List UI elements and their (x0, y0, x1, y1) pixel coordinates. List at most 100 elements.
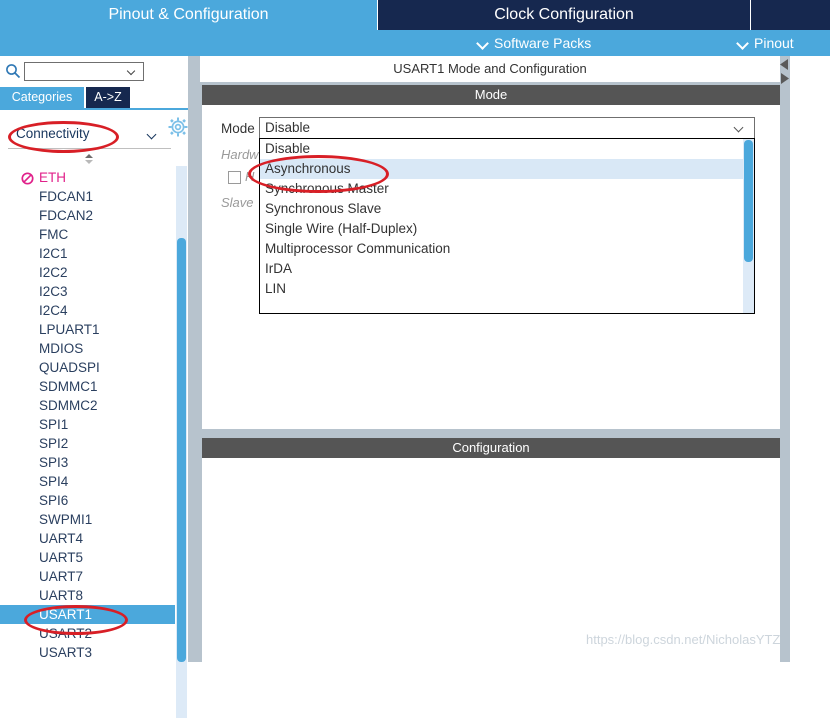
sidebar-group-connectivity[interactable]: Connectivity (0, 124, 175, 148)
list-item-label: FDCAN2 (39, 208, 94, 223)
dropdown-option-label: Disable (265, 141, 311, 156)
list-item[interactable]: I2C4 (0, 301, 175, 320)
list-item-label: UART5 (39, 550, 84, 565)
configuration-section-header-label: Configuration (452, 440, 530, 455)
collapse-right-icon[interactable] (779, 72, 790, 85)
tab-a-to-z-label: A->Z (94, 90, 122, 104)
search-icon[interactable] (5, 63, 21, 79)
menu-pinout[interactable]: Pinout (738, 30, 794, 56)
list-item[interactable]: USART2 (0, 624, 175, 643)
chevron-down-icon[interactable] (735, 124, 746, 135)
list-item-label: USART1 (39, 607, 93, 622)
list-item[interactable]: SPI4 (0, 472, 175, 491)
list-item[interactable]: SDMMC1 (0, 377, 175, 396)
tab-categories[interactable]: Categories (0, 87, 84, 108)
list-item-label: LPUART1 (39, 322, 100, 337)
tab-pinout-configuration[interactable]: Pinout & Configuration (0, 0, 377, 30)
list-item-label: SPI6 (39, 493, 69, 508)
mode-select[interactable]: Disable (259, 117, 755, 139)
list-item[interactable]: SPI1 (0, 415, 175, 434)
list-item-label: SPI1 (39, 417, 69, 432)
list-item[interactable]: SPI3 (0, 453, 175, 472)
mode-field-label: Mode (221, 121, 255, 136)
tabs-underline (0, 108, 196, 110)
list-item[interactable]: I2C3 (0, 282, 175, 301)
dropdown-option-label: Single Wire (Half-Duplex) (265, 221, 418, 236)
sort-updown-icon[interactable] (82, 152, 96, 166)
list-item[interactable]: FDCAN1 (0, 187, 175, 206)
list-item-label: SDMMC1 (39, 379, 98, 394)
tab-clock-configuration[interactable]: Clock Configuration (377, 0, 750, 30)
tab-categories-label: Categories (11, 90, 73, 104)
sidebar-scrollbar-thumb[interactable] (177, 238, 186, 662)
list-item[interactable]: ETH (0, 168, 175, 187)
dropdown-option[interactable]: Multiprocessor Communication (260, 239, 754, 259)
list-item[interactable]: SWPMI1 (0, 510, 175, 529)
peripheral-sidebar: Categories A->Z Connectivity ETH FDCAN1 FD… (0, 56, 196, 718)
chevron-down-icon[interactable] (148, 131, 160, 141)
list-item[interactable]: SPI2 (0, 434, 175, 453)
list-item-label: FDCAN1 (39, 189, 94, 204)
peripheral-list[interactable]: ETH FDCAN1 FDCAN2 FMC I2C1 I2C2 I2C3 I2C4 LPUART… (0, 168, 175, 662)
tab-extra[interactable] (750, 0, 830, 30)
dropdown-option[interactable]: Disable (260, 139, 754, 159)
list-item[interactable]: UART7 (0, 567, 175, 586)
list-item[interactable]: I2C2 (0, 263, 175, 282)
list-item-label: SPI4 (39, 474, 69, 489)
right-collapse-bar[interactable] (780, 56, 790, 662)
list-item[interactable]: FDCAN2 (0, 206, 175, 225)
list-item[interactable]: QUADSPI (0, 358, 175, 377)
dropdown-option-label: Synchronous Slave (265, 201, 382, 216)
tab-a-to-z[interactable]: A->Z (86, 87, 130, 108)
dropdown-scrollbar-thumb[interactable] (744, 140, 753, 262)
chevron-down-icon (478, 38, 489, 49)
search-row (0, 56, 196, 87)
dropdown-option[interactable]: IrDA (260, 259, 754, 279)
hardware-flow-checkbox-label: H (245, 169, 255, 184)
mode-dropdown-options[interactable]: Disable Asynchronous Synchronous Master Syn… (260, 139, 754, 299)
list-item[interactable]: USART1 (0, 605, 175, 624)
page-title: USART1 Mode and Configuration (200, 56, 780, 82)
dropdown-option-label: Synchronous Master (265, 181, 389, 196)
dropdown-option[interactable]: Synchronous Master (260, 179, 754, 199)
list-item-label: FMC (39, 227, 69, 242)
list-item[interactable]: I2C1 (0, 244, 175, 263)
dropdown-option-label: LIN (265, 281, 287, 296)
hardware-flow-checkbox[interactable] (228, 171, 241, 184)
dropdown-option-label: IrDA (265, 261, 292, 276)
tab-pinout-configuration-label: Pinout & Configuration (108, 6, 269, 23)
page-title-label: USART1 Mode and Configuration (393, 61, 587, 76)
list-item[interactable]: UART4 (0, 529, 175, 548)
dropdown-option[interactable]: Single Wire (Half-Duplex) (260, 219, 754, 239)
list-item[interactable]: SPI6 (0, 491, 175, 510)
panel-splitter[interactable] (188, 56, 196, 662)
search-input[interactable] (24, 62, 144, 81)
collapse-left-icon[interactable] (779, 58, 790, 71)
list-item[interactable]: USART3 (0, 643, 175, 662)
list-item[interactable]: UART8 (0, 586, 175, 605)
mode-dropdown-list[interactable]: Disable Asynchronous Synchronous Master Syn… (259, 138, 755, 314)
list-item-label: I2C1 (39, 246, 68, 261)
dropdown-option[interactable]: Synchronous Slave (260, 199, 754, 219)
menu-software-packs-label: Software Packs (494, 35, 592, 51)
menu-pinout-label: Pinout (754, 35, 794, 51)
list-item[interactable]: SDMMC2 (0, 396, 175, 415)
list-item-label: UART8 (39, 588, 84, 603)
list-item-label: UART4 (39, 531, 84, 546)
dropdown-option-label: Multiprocessor Communication (265, 241, 451, 256)
list-item[interactable]: FMC (0, 225, 175, 244)
chevron-down-icon[interactable] (128, 68, 137, 77)
dropdown-option-label: Asynchronous (265, 161, 351, 176)
list-item[interactable]: MDIOS (0, 339, 175, 358)
list-item-label: SDMMC2 (39, 398, 98, 413)
list-item-label: SPI3 (39, 455, 69, 470)
list-item[interactable]: LPUART1 (0, 320, 175, 339)
list-item[interactable]: UART5 (0, 548, 175, 567)
dropdown-option[interactable]: LIN (260, 279, 754, 299)
list-item-label: I2C4 (39, 303, 68, 318)
sidebar-view-tabs: Categories A->Z (0, 87, 196, 108)
menu-software-packs[interactable]: Software Packs (478, 30, 591, 56)
list-item-label: USART3 (39, 645, 93, 660)
dropdown-option[interactable]: Asynchronous (260, 159, 754, 179)
mode-section-header: Mode (202, 85, 780, 105)
